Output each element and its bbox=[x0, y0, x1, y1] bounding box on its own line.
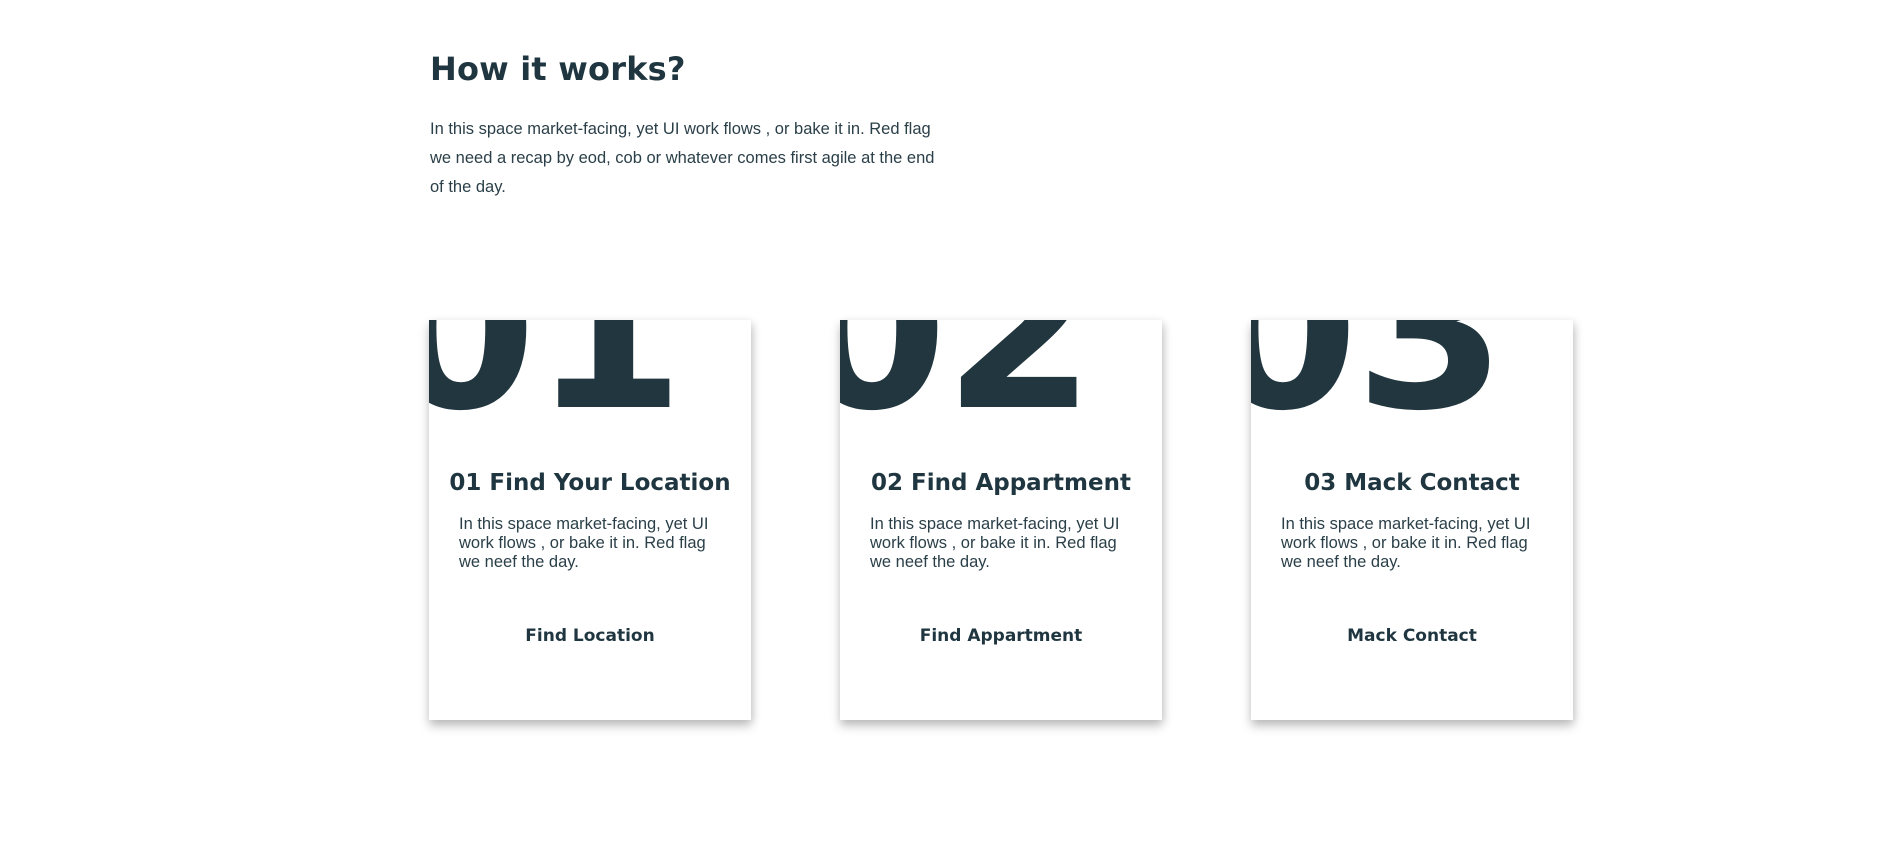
step-title: 03 Mack Contact bbox=[1304, 470, 1520, 496]
step-card-contact: 03 03 Mack Contact In this space market-… bbox=[1251, 320, 1573, 720]
how-it-works-section: How it works? In this space market-facin… bbox=[0, 0, 1894, 858]
find-location-link[interactable]: Find Location bbox=[429, 626, 751, 646]
section-title: How it works? bbox=[430, 50, 686, 88]
step-number-graphic: 02 bbox=[840, 320, 1140, 438]
section-intro: In this space market-facing, yet UI work… bbox=[430, 120, 935, 196]
steps-card-list: 01 01 Find Your Location In this space m… bbox=[0, 320, 1894, 720]
step-description: In this space market-facing, yet UI work… bbox=[870, 515, 1120, 571]
step-number-graphic: 01 bbox=[429, 320, 729, 438]
step-card-appartment: 02 02 Find Appartment In this space mark… bbox=[840, 320, 1162, 720]
step-description: In this space market-facing, yet UI work… bbox=[1281, 515, 1531, 571]
step-number-graphic: 03 bbox=[1251, 320, 1551, 438]
mack-contact-link[interactable]: Mack Contact bbox=[1251, 626, 1573, 646]
step-number: 02 bbox=[840, 320, 1095, 438]
step-description: In this space market-facing, yet UI work… bbox=[459, 515, 709, 571]
find-appartment-link[interactable]: Find Appartment bbox=[840, 626, 1162, 646]
step-title: 01 Find Your Location bbox=[449, 470, 731, 496]
step-card-location: 01 01 Find Your Location In this space m… bbox=[429, 320, 751, 720]
step-number: 03 bbox=[1251, 320, 1506, 438]
step-number: 01 bbox=[429, 320, 684, 438]
step-title: 02 Find Appartment bbox=[871, 470, 1131, 496]
